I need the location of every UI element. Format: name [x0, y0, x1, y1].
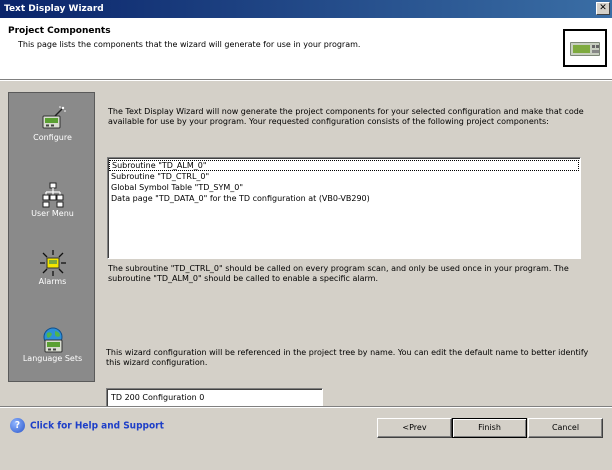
sidebar-item-alarms[interactable]: Alarms	[9, 249, 96, 286]
config-name-input[interactable]: TD 200 Configuration 0	[106, 388, 323, 408]
finish-button[interactable]: Finish	[452, 418, 527, 438]
intro-text: The Text Display Wizard will now generat…	[108, 107, 584, 126]
lcd-wand-icon	[39, 105, 67, 133]
header-divider	[0, 80, 612, 81]
sidebar-item-label: Alarms	[38, 277, 67, 286]
menu-tree-icon	[39, 181, 67, 209]
sidebar-item-label: Configure	[33, 133, 72, 142]
list-item[interactable]: Subroutine "TD_CTRL_0"	[108, 171, 580, 182]
config-name-note: This wizard configuration will be refere…	[106, 348, 589, 367]
page-title: Project Components	[8, 26, 111, 36]
components-list[interactable]: Subroutine "TD_ALM_0" Subroutine "TD_CTR…	[107, 157, 581, 259]
footer-divider-highlight	[0, 407, 612, 408]
globe-lcd-icon	[39, 326, 67, 354]
cancel-button[interactable]: Cancel	[528, 418, 603, 438]
page-header: Project Components This page lists the c…	[0, 18, 612, 80]
alarm-starburst-icon	[39, 249, 67, 277]
sidebar-item-label: Language Sets	[22, 354, 83, 363]
sidebar-item-configure[interactable]: Configure	[9, 105, 96, 142]
wizard-sidebar: Configure User Menu Alarms Language Sets	[8, 92, 95, 382]
close-button[interactable]: ✕	[596, 2, 610, 15]
help-icon: ?	[10, 418, 25, 433]
subroutine-note: The subroutine "TD_CTRL_0" should be cal…	[108, 264, 569, 283]
list-item[interactable]: Data page "TD_DATA_0" for the TD configu…	[108, 193, 580, 204]
list-item[interactable]: Subroutine "TD_ALM_0"	[109, 160, 579, 171]
title-bar: Text Display Wizard ✕	[0, 0, 612, 18]
sidebar-item-language-sets[interactable]: Language Sets	[9, 326, 96, 363]
help-link-label: Click for Help and Support	[30, 420, 164, 432]
wizard-content: The Text Display Wizard will now generat…	[96, 92, 606, 408]
sidebar-item-label: User Menu	[31, 209, 74, 218]
prev-button[interactable]: <Prev	[377, 418, 452, 438]
list-item[interactable]: Global Symbol Table "TD_SYM_0"	[108, 182, 580, 193]
text-display-device-icon	[563, 29, 607, 67]
sidebar-item-user-menu[interactable]: User Menu	[9, 181, 96, 218]
window-title: Text Display Wizard	[4, 4, 104, 14]
help-link[interactable]: ? Click for Help and Support	[10, 418, 164, 434]
page-subtitle: This page lists the components that the …	[18, 40, 361, 49]
